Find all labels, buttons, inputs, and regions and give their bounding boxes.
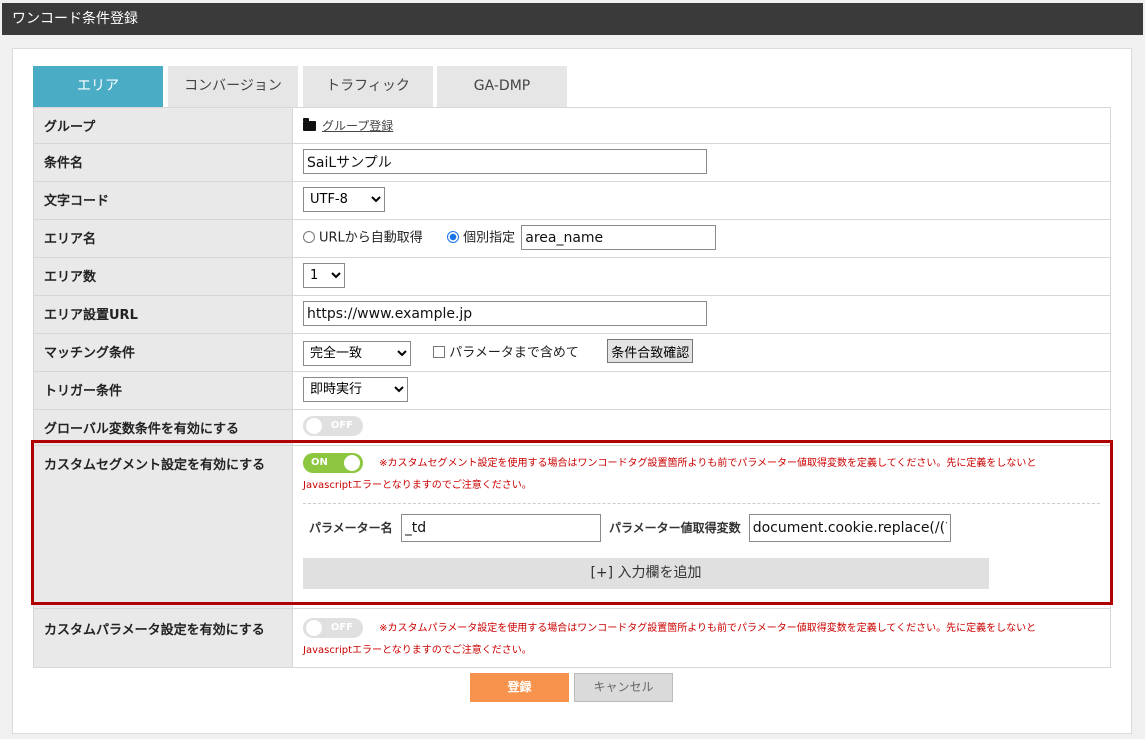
param-var-label: パラメーター値取得変数	[608, 521, 741, 535]
custom-param-label: カスタムパラメータ設定を有効にする	[33, 608, 293, 668]
row-custom-segment: カスタムセグメント設定を有効にする ON ※カスタムセグメント設定を使用する場合…	[33, 445, 1111, 609]
condition-form: グループ グループ登録 条件名 文字コード UTF-8 エリア名 URLから自動…	[33, 107, 1111, 668]
add-field-button[interactable]: [+] 入力欄を追加	[303, 558, 989, 589]
radio-manual[interactable]	[447, 230, 460, 243]
radio-auto[interactable]	[303, 230, 315, 243]
area-name-input[interactable]	[521, 225, 717, 250]
matching-select[interactable]: 完全一致	[303, 340, 411, 366]
group-register-link[interactable]: グループ登録	[322, 119, 393, 133]
condition-name-input[interactable]	[303, 149, 707, 174]
area-url-label: エリア設置URL	[33, 295, 293, 334]
row-custom-param: カスタムパラメータ設定を有効にする OFF ※カスタムパラメータ設定を使用する場…	[33, 608, 1111, 668]
cancel-button[interactable]: キャンセル	[574, 673, 673, 702]
trigger-label: トリガー条件	[33, 371, 293, 410]
trigger-select[interactable]: 即時実行	[303, 377, 408, 402]
row-trigger: トリガー条件 即時実行	[33, 371, 1111, 410]
row-condition-name: 条件名	[33, 143, 1111, 182]
custom-param-note-2: Javascriptエラーとなりますのでご注意ください。	[303, 645, 532, 656]
row-charset: 文字コード UTF-8	[33, 181, 1111, 220]
global-var-label: グローバル変数条件を有効にする	[33, 409, 293, 446]
area-name-label: エリア名	[33, 219, 293, 258]
charset-label: 文字コード	[33, 181, 293, 220]
area-url-input[interactable]	[303, 301, 707, 326]
param-name-label: パラメーター名	[309, 521, 393, 535]
custom-segment-toggle[interactable]: ON	[303, 452, 363, 473]
area-count-label: エリア数	[33, 257, 293, 296]
row-area-name: エリア名 URLから自動取得 個別指定	[33, 219, 1111, 258]
area-count-select[interactable]: 1	[303, 263, 345, 288]
row-global-var: グローバル変数条件を有効にする OFF	[33, 409, 1111, 446]
toggle-knob	[344, 454, 360, 471]
tab-ga-dmp[interactable]: GA-DMP	[437, 66, 567, 107]
custom-param-note: ※カスタムパラメータ設定を使用する場合はワンコードタグ設置箇所よりも前でパラメー…	[379, 623, 1037, 634]
submit-button[interactable]: 登録	[470, 673, 569, 702]
toggle-knob	[306, 418, 322, 434]
custom-segment-label: カスタムセグメント設定を有効にする	[33, 445, 293, 609]
toggle-state: OFF	[330, 420, 353, 431]
charset-select[interactable]: UTF-8	[303, 187, 385, 212]
toggle-state: ON	[311, 456, 328, 468]
toggle-state: OFF	[330, 621, 353, 633]
include-params-label: パラメータまで含めて	[449, 345, 579, 361]
row-area-count: エリア数 1	[33, 257, 1111, 296]
row-matching: マッチング条件 完全一致 パラメータまで含めて 条件合致確認	[33, 333, 1111, 372]
custom-segment-note-2: Javascriptエラーとなりますのでご注意ください。	[303, 480, 532, 491]
param-var-input[interactable]	[748, 514, 951, 542]
group-label: グループ	[33, 107, 293, 144]
param-name-input[interactable]	[400, 514, 601, 542]
folder-icon	[303, 118, 316, 131]
row-group: グループ グループ登録	[33, 107, 1111, 144]
condition-name-label: 条件名	[33, 143, 293, 182]
matching-label: マッチング条件	[33, 333, 293, 372]
global-var-toggle[interactable]: OFF	[303, 416, 363, 436]
include-params-checkbox[interactable]	[433, 345, 446, 358]
tab-conversion[interactable]: コンバージョン	[168, 66, 298, 107]
custom-param-toggle[interactable]: OFF	[303, 617, 363, 638]
toggle-knob	[306, 619, 322, 636]
radio-auto-label: URLから自動取得	[319, 230, 423, 246]
check-match-button[interactable]: 条件合致確認	[607, 339, 694, 363]
custom-segment-note: ※カスタムセグメント設定を使用する場合はワンコードタグ設置箇所よりも前でパラメー…	[379, 458, 1037, 469]
radio-manual-label: 個別指定	[463, 230, 516, 246]
tab-area[interactable]: エリア	[33, 66, 163, 107]
row-area-url: エリア設置URL	[33, 295, 1111, 334]
window-title: ワンコード条件登録	[2, 3, 1143, 35]
tab-traffic[interactable]: トラフィック	[303, 66, 433, 107]
